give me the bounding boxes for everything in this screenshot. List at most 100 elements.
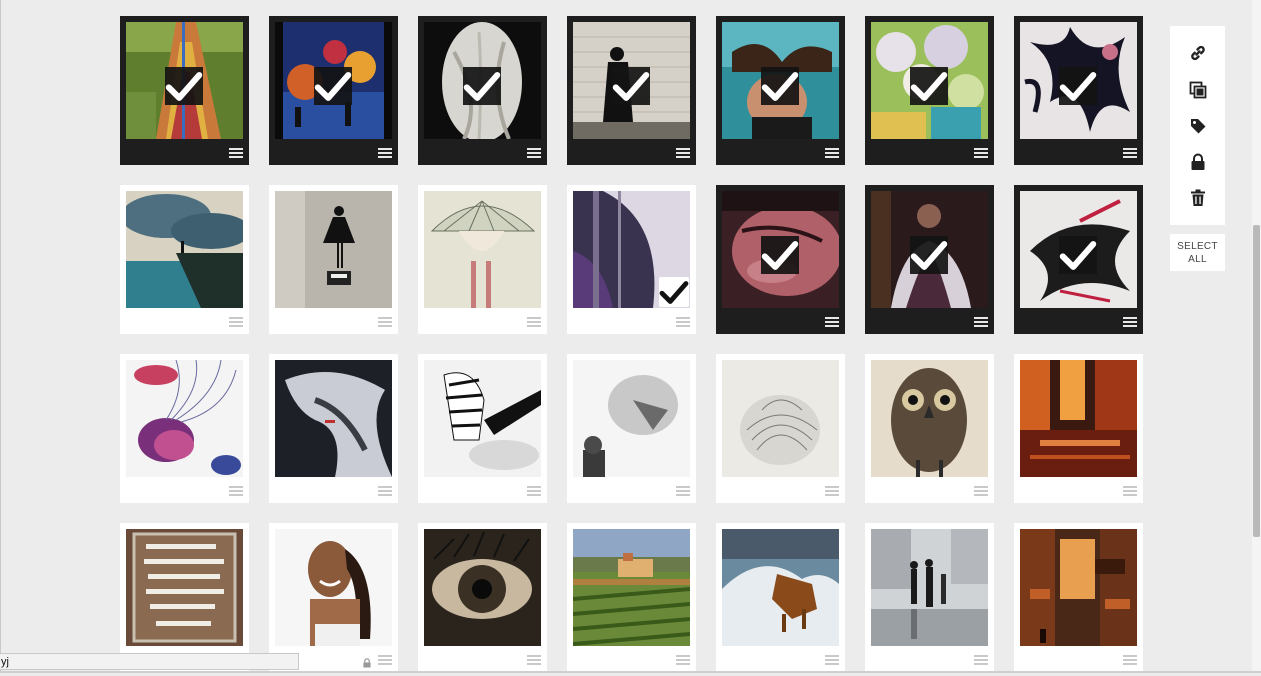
selected-check-badge[interactable] (1059, 67, 1097, 105)
selected-check-badge[interactable] (1059, 236, 1097, 274)
drag-handle-icon[interactable] (378, 317, 392, 327)
drag-handle-icon[interactable] (676, 655, 690, 665)
drag-handle-icon[interactable] (676, 148, 690, 158)
drag-handle-icon[interactable] (974, 655, 988, 665)
image-tile-orange-alley[interactable] (1014, 523, 1143, 672)
drag-handle-icon[interactable] (527, 148, 541, 158)
thumbnail-image[interactable] (275, 529, 392, 646)
image-tile-sleeping-face[interactable] (716, 185, 845, 334)
thumbnail-image[interactable] (871, 360, 988, 477)
drag-handle-icon[interactable] (676, 317, 690, 327)
drag-handle-icon[interactable] (527, 317, 541, 327)
image-tile-jellyfish[interactable] (120, 354, 249, 503)
selected-check-badge[interactable] (761, 67, 799, 105)
selected-check-badge[interactable] (910, 236, 948, 274)
image-tile-ink-woman[interactable] (1014, 185, 1143, 334)
thumbnail-image[interactable] (1020, 22, 1137, 139)
image-tile-ink-splash[interactable] (1014, 16, 1143, 165)
select-all-button[interactable]: SELECT ALL (1170, 234, 1225, 271)
image-tile-rainy-pedestrians[interactable] (865, 523, 994, 672)
drag-handle-icon[interactable] (974, 486, 988, 496)
thumbnail-image[interactable] (871, 22, 988, 139)
selected-check-badge[interactable] (612, 67, 650, 105)
selected-check-badge[interactable] (910, 67, 948, 105)
thumbnail-image[interactable] (871, 529, 988, 646)
image-tile-zebra-drawing[interactable] (418, 354, 547, 503)
thumbnail-image[interactable] (424, 22, 541, 139)
image-tile-cliff-edge[interactable] (120, 185, 249, 334)
tag-button[interactable] (1170, 108, 1225, 144)
selected-check-badge[interactable] (165, 67, 203, 105)
drag-handle-icon[interactable] (974, 148, 988, 158)
thumbnail-image[interactable] (424, 191, 541, 308)
image-tile-owl-drawing[interactable] (865, 354, 994, 503)
thumbnail-image[interactable] (1020, 529, 1137, 646)
drag-handle-icon[interactable] (229, 486, 243, 496)
image-tile-hair-sketch[interactable] (716, 354, 845, 503)
drag-handle-icon[interactable] (229, 148, 243, 158)
drag-handle-icon[interactable] (676, 486, 690, 496)
image-tile-staircase-mosaic[interactable] (120, 16, 249, 165)
drag-handle-icon[interactable] (229, 317, 243, 327)
drag-handle-icon[interactable] (527, 486, 541, 496)
drag-handle-icon[interactable] (825, 486, 839, 496)
thumbnail-image[interactable] (126, 191, 243, 308)
thumbnail-image[interactable] (573, 191, 690, 308)
thumbnail-image[interactable] (424, 529, 541, 646)
drag-handle-icon[interactable] (1123, 148, 1137, 158)
scrollbar-thumb[interactable] (1253, 225, 1260, 537)
thumbnail-image[interactable] (722, 529, 839, 646)
image-tile-window-quote[interactable] (120, 523, 249, 672)
drag-handle-icon[interactable] (527, 655, 541, 665)
thumbnail-image[interactable] (126, 529, 243, 646)
drag-handle-icon[interactable] (1123, 486, 1137, 496)
drag-handle-icon[interactable] (378, 148, 392, 158)
drag-handle-icon[interactable] (1123, 655, 1137, 665)
image-tile-marble-statue[interactable] (418, 16, 547, 165)
selected-check-badge[interactable] (463, 67, 501, 105)
drag-handle-icon[interactable] (974, 317, 988, 327)
image-tile-horse-waves[interactable] (716, 523, 845, 672)
image-tile-umbrella-girl[interactable] (418, 185, 547, 334)
thumbnail-image[interactable] (722, 360, 839, 477)
thumbnail-image[interactable] (424, 360, 541, 477)
thumbnail-image[interactable] (722, 22, 839, 139)
selected-check-badge[interactable] (314, 67, 352, 105)
thumbnail-image[interactable] (275, 22, 392, 139)
image-tile-banksy-maid[interactable] (567, 16, 696, 165)
image-tile-city-rain-orange[interactable] (1014, 354, 1143, 503)
lock-button[interactable] (1170, 144, 1225, 180)
image-tile-dark-drapery[interactable] (865, 185, 994, 334)
image-tile-flower-painting[interactable] (865, 16, 994, 165)
select-checkbox[interactable] (659, 277, 689, 307)
thumbnail-image[interactable] (126, 360, 243, 477)
drag-handle-icon[interactable] (825, 148, 839, 158)
thumbnail-image[interactable] (1020, 360, 1137, 477)
thumbnail-image[interactable] (722, 191, 839, 308)
link-button[interactable] (1170, 35, 1225, 71)
drag-handle-icon[interactable] (825, 655, 839, 665)
thumbnail-image[interactable] (573, 529, 690, 646)
image-tile-lion-cat[interactable] (567, 354, 696, 503)
image-tile-smoke-portrait[interactable] (269, 354, 398, 503)
image-tile-abstract-face[interactable] (567, 185, 696, 334)
drag-handle-icon[interactable] (1123, 317, 1137, 327)
thumbnail-image[interactable] (573, 22, 690, 139)
drag-handle-icon[interactable] (378, 486, 392, 496)
image-tile-rainy-street-painting[interactable] (269, 16, 398, 165)
image-tile-smiling-woman[interactable] (269, 523, 398, 672)
image-tile-banksy-ballerina[interactable] (269, 185, 398, 334)
drag-handle-icon[interactable] (378, 655, 392, 665)
image-tile-tuscany-vineyard[interactable] (567, 523, 696, 672)
image-tile-eye-closeup[interactable] (418, 523, 547, 672)
thumbnail-image[interactable] (1020, 191, 1137, 308)
thumbnail-image[interactable] (126, 22, 243, 139)
selected-check-badge[interactable] (761, 236, 799, 274)
thumbnail-image[interactable] (871, 191, 988, 308)
thumbnail-image[interactable] (275, 360, 392, 477)
image-tile-underwater-woman[interactable] (716, 16, 845, 165)
thumbnail-image[interactable] (573, 360, 690, 477)
thumbnail-image[interactable] (275, 191, 392, 308)
duplicate-button[interactable] (1170, 72, 1225, 108)
drag-handle-icon[interactable] (825, 317, 839, 327)
